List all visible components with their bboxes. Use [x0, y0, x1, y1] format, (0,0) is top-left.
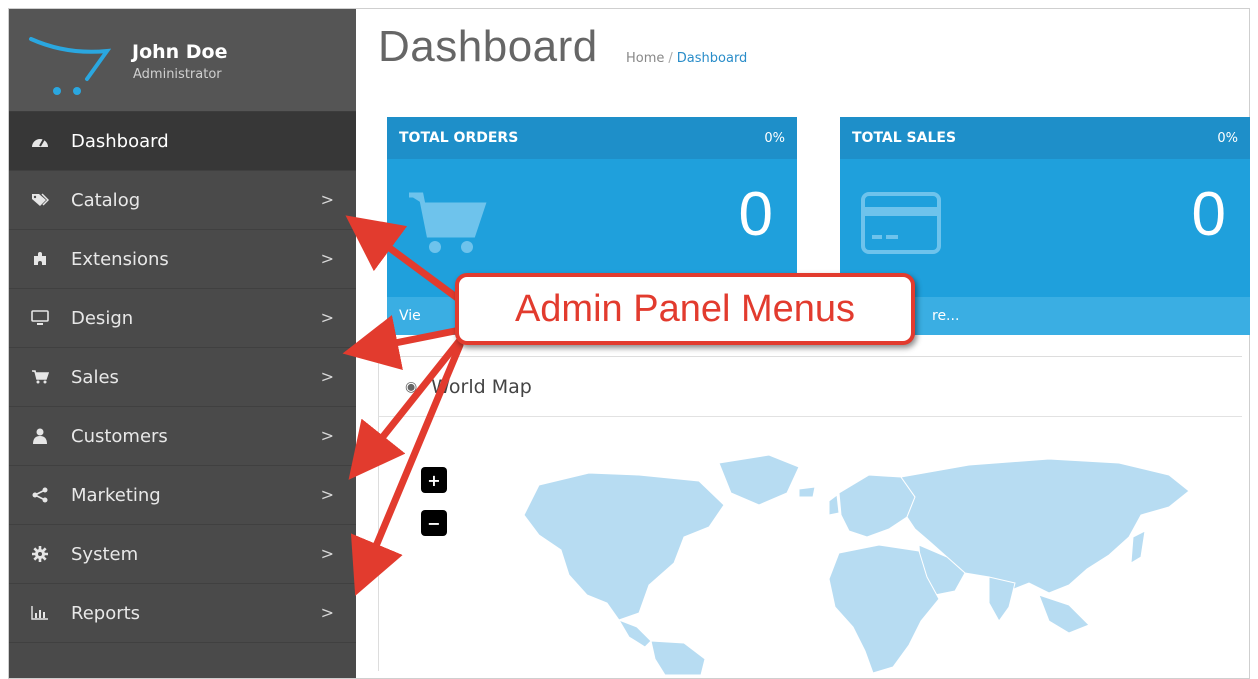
callout-box: Admin Panel Menus — [455, 273, 915, 345]
arrow-to-customers — [348, 336, 464, 480]
arrow-to-catalog — [345, 215, 464, 304]
callout-text: Admin Panel Menus — [514, 287, 856, 330]
arrow-to-system — [350, 341, 464, 596]
arrow-to-design — [342, 315, 464, 370]
